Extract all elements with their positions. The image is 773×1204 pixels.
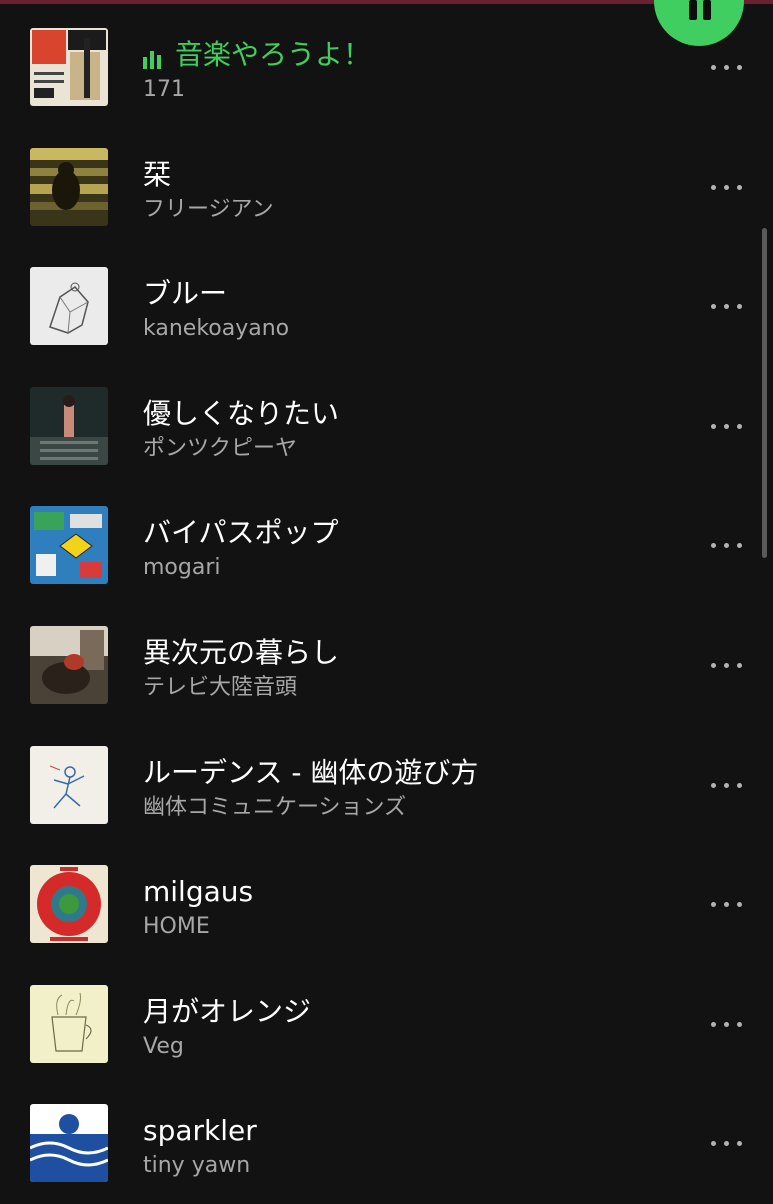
more-options-icon[interactable] [709,543,745,551]
more-options-icon[interactable] [709,1141,745,1149]
album-cover [30,984,108,1063]
album-cover [30,147,108,226]
track-row[interactable]: sparkler tiny yawn [0,1084,773,1204]
track-artist: ポンツクピーヤ [143,435,298,461]
track-artist: 幽体コミュニケーションズ [143,794,407,820]
album-cover [30,1104,108,1183]
track-row[interactable]: バイパスポップ mogari [0,486,773,606]
track-title: sparkler [143,1114,257,1148]
track-title: 優しくなりたい [143,396,340,430]
track-title: 月がオレンジ [143,994,312,1028]
album-cover [30,506,108,585]
track-artist: Veg [143,1033,184,1059]
track-title: ブルー [143,277,228,311]
pause-icon [689,0,697,20]
album-cover [30,386,108,465]
track-row[interactable]: 優しくなりたい ポンツクピーヤ [0,367,773,487]
now-playing-equalizer-icon [143,51,163,69]
track-row[interactable]: 音楽やろうよ！ 171 [0,8,773,128]
track-title: バイパスポップ [143,516,339,550]
more-options-icon[interactable] [709,902,745,910]
track-artist: 171 [143,77,185,102]
more-options-icon[interactable] [709,184,745,193]
track-row[interactable]: ルーデンス - 幽体の遊び方 幽体コミュニケーションズ [0,726,773,846]
track-artist: tiny yawn [143,1153,251,1179]
track-artist: テレビ大陸音頭 [143,674,298,700]
track-row[interactable]: ブルー kanekoayano [0,247,773,367]
album-cover [30,267,108,346]
track-artist: HOME [143,914,210,940]
track-title: 栞 [143,157,172,191]
track-title: milgaus [143,875,254,909]
more-options-icon[interactable] [709,1021,745,1030]
album-cover [30,745,108,824]
more-options-icon[interactable] [709,65,745,73]
track-title: 音楽やろうよ！ [175,38,372,71]
track-artist: フリージアン [143,196,274,222]
track-artist: kanekoayano [143,316,290,342]
album-cover [30,865,108,944]
more-options-icon[interactable] [709,782,745,791]
track-list: 音楽やろうよ！ 171 栞 フリージアン ブルー kanekoayano 優しく… [0,8,773,1204]
track-row[interactable]: 異次元の暮らし テレビ大陸音頭 [0,606,773,726]
track-row[interactable]: 栞 フリージアン [0,128,773,248]
track-row[interactable]: milgaus HOME [0,845,773,965]
track-title: ルーデンス - 幽体の遊び方 [143,755,479,789]
track-title: 異次元の暮らし [143,635,340,669]
track-row[interactable]: 月がオレンジ Veg [0,965,773,1085]
album-cover [30,625,108,704]
track-artist: mogari [143,555,221,581]
more-options-icon[interactable] [709,662,745,671]
more-options-icon[interactable] [709,304,745,312]
more-options-icon[interactable] [709,423,745,432]
album-cover [30,28,108,106]
